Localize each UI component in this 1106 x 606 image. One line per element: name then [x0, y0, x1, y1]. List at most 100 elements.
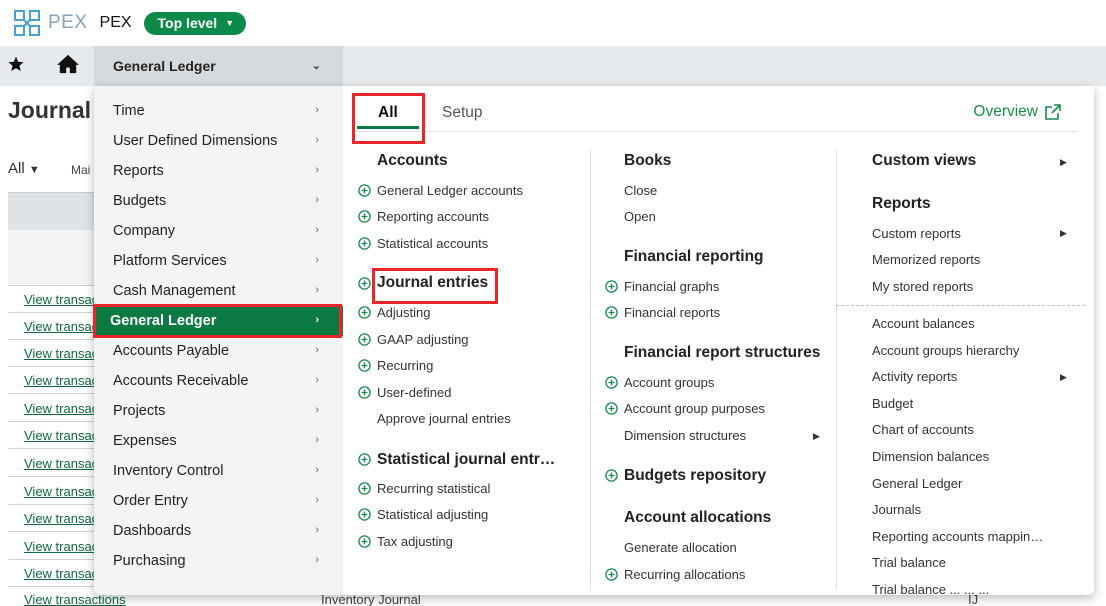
module-item-projects[interactable]: Projects › [94, 396, 343, 426]
menu-link-close[interactable]: Close [624, 183, 657, 198]
module-item-budgets[interactable]: Budgets › [94, 186, 343, 216]
view-transactions-link[interactable]: View transactions [8, 422, 94, 449]
module-item-accounts-payable[interactable]: Accounts Payable › [94, 336, 343, 366]
add-icon[interactable] [605, 280, 618, 293]
menu-link-account-groups[interactable]: Account groups [624, 375, 714, 390]
add-icon[interactable] [605, 469, 618, 482]
section-budgets-repository[interactable]: Budgets repository [624, 467, 766, 485]
menu-link-approve-journal-entries[interactable]: Approve journal entries [377, 411, 511, 426]
view-transactions-link[interactable]: View transactions [8, 505, 94, 532]
module-item-inventory-control[interactable]: Inventory Control › [94, 456, 343, 486]
submenu-arrow-icon[interactable]: ▶ [1060, 157, 1067, 168]
submenu-arrow-icon[interactable]: ▶ [813, 431, 820, 442]
module-item-label: Time [113, 103, 145, 119]
module-item-order-entry[interactable]: Order Entry › [94, 486, 343, 516]
module-item-purchasing[interactable]: Purchasing › [94, 546, 343, 576]
add-icon[interactable] [358, 453, 371, 466]
menu-link-account-balances[interactable]: Account balances [872, 316, 975, 331]
menu-link-activity-reports[interactable]: Activity reports [872, 369, 957, 384]
menu-link-reporting-accounts[interactable]: Reporting accounts [377, 209, 489, 224]
overview-label: Overview [973, 103, 1038, 120]
menu-link-gaap-adjusting[interactable]: GAAP adjusting [377, 332, 469, 347]
menu-link-chart-of-accounts[interactable]: Chart of accounts [872, 422, 974, 437]
add-icon[interactable] [358, 210, 371, 223]
module-item-reports[interactable]: Reports › [94, 156, 343, 186]
menu-link-my-stored-reports[interactable]: My stored reports [872, 279, 973, 294]
menu-link-budget[interactable]: Budget [872, 396, 913, 411]
section-custom-views[interactable]: Custom views [872, 152, 976, 170]
module-item-user-defined-dimensions[interactable]: User Defined Dimensions › [94, 126, 343, 156]
add-icon[interactable] [358, 508, 371, 521]
favorites-star-icon[interactable] [7, 55, 25, 73]
menu-link-user-defined[interactable]: User-defined [377, 385, 451, 400]
add-icon[interactable] [358, 306, 371, 319]
tab-all[interactable]: All [378, 104, 398, 122]
menu-link-trial-balance-truncated[interactable]: Trial balance ... ... ... [872, 582, 989, 595]
module-item-label: Purchasing [113, 553, 186, 569]
menu-link-custom-reports[interactable]: Custom reports [872, 226, 961, 241]
view-transactions-link[interactable]: View transactions [8, 478, 94, 505]
menu-link-memorized-reports[interactable]: Memorized reports [872, 252, 980, 267]
module-item-time[interactable]: Time › [94, 96, 343, 126]
add-icon[interactable] [605, 306, 618, 319]
module-item-dashboards[interactable]: Dashboards › [94, 516, 343, 546]
view-transactions-link[interactable]: View transactions [8, 313, 94, 340]
menu-link-trial-balance[interactable]: Trial balance [872, 555, 946, 570]
menu-link-adjusting[interactable]: Adjusting [377, 305, 430, 320]
chevron-right-icon: › [315, 464, 319, 476]
module-item-company[interactable]: Company › [94, 216, 343, 246]
view-transactions-link[interactable]: View transactions [8, 560, 94, 587]
menu-link-recurring-allocations[interactable]: Recurring allocations [624, 567, 745, 582]
add-icon[interactable] [605, 568, 618, 581]
add-icon[interactable] [358, 386, 371, 399]
overview-link[interactable]: Overview [973, 103, 1061, 121]
menu-link-general-ledger[interactable]: General Ledger [872, 476, 962, 491]
menu-link-statistical-adjusting[interactable]: Statistical adjusting [377, 507, 488, 522]
add-icon[interactable] [358, 482, 371, 495]
entity-level-selector[interactable]: Top level ▼ [143, 11, 247, 35]
menu-link-account-groups-hierarchy[interactable]: Account groups hierarchy [872, 343, 1019, 358]
view-transactions-link[interactable]: View transactions [8, 340, 94, 367]
menu-link-account-group-purposes[interactable]: Account group purposes [624, 401, 765, 416]
menu-link-recurring[interactable]: Recurring [377, 358, 433, 373]
logo-icon [12, 9, 42, 37]
module-item-cash-management[interactable]: Cash Management › [94, 276, 343, 306]
view-transactions-link[interactable]: View transactions [8, 286, 94, 313]
add-icon[interactable] [358, 184, 371, 197]
view-transactions-link[interactable]: View transactions [8, 533, 94, 560]
nav-general-ledger[interactable]: General Ledger ⌄ [94, 46, 343, 86]
view-transactions-link[interactable]: View transactions [8, 395, 94, 422]
add-icon[interactable] [358, 359, 371, 372]
home-icon[interactable] [57, 54, 79, 74]
view-filter[interactable]: All ▼ [8, 160, 40, 177]
section-journal-entries[interactable]: Journal entries [377, 274, 488, 292]
module-item-general-ledger[interactable]: General Ledger › [94, 306, 343, 336]
add-icon[interactable] [358, 277, 371, 290]
menu-link-general-ledger-accounts[interactable]: General Ledger accounts [377, 183, 523, 198]
menu-link-financial-reports[interactable]: Financial reports [624, 305, 720, 320]
add-icon[interactable] [605, 376, 618, 389]
menu-link-dimension-balances[interactable]: Dimension balances [872, 449, 989, 464]
menu-link-statistical-accounts[interactable]: Statistical accounts [377, 236, 488, 251]
section-statistical-journal-entries[interactable]: Statistical journal entr… [377, 451, 555, 469]
module-item-expenses[interactable]: Expenses › [94, 426, 343, 456]
menu-link-financial-graphs[interactable]: Financial graphs [624, 279, 719, 294]
view-transactions-link[interactable]: View transactions [8, 367, 94, 394]
menu-link-reporting-accounts-mapping[interactable]: Reporting accounts mappin… [872, 529, 1043, 544]
menu-link-generate-allocation[interactable]: Generate allocation [624, 540, 737, 555]
menu-link-recurring-statistical[interactable]: Recurring statistical [377, 481, 490, 496]
add-icon[interactable] [358, 333, 371, 346]
add-icon[interactable] [358, 237, 371, 250]
menu-link-journals[interactable]: Journals [872, 502, 921, 517]
menu-link-dimension-structures[interactable]: Dimension structures [624, 428, 746, 443]
menu-link-open[interactable]: Open [624, 209, 656, 224]
tab-setup[interactable]: Setup [442, 104, 483, 122]
submenu-arrow-icon[interactable]: ▶ [1060, 372, 1067, 383]
add-icon[interactable] [605, 402, 618, 415]
add-icon[interactable] [358, 535, 371, 548]
submenu-arrow-icon[interactable]: ▶ [1060, 228, 1067, 239]
module-item-accounts-receivable[interactable]: Accounts Receivable › [94, 366, 343, 396]
view-transactions-link[interactable]: View transactions [8, 450, 94, 477]
module-item-platform-services[interactable]: Platform Services › [94, 246, 343, 276]
menu-link-tax-adjusting[interactable]: Tax adjusting [377, 534, 453, 549]
